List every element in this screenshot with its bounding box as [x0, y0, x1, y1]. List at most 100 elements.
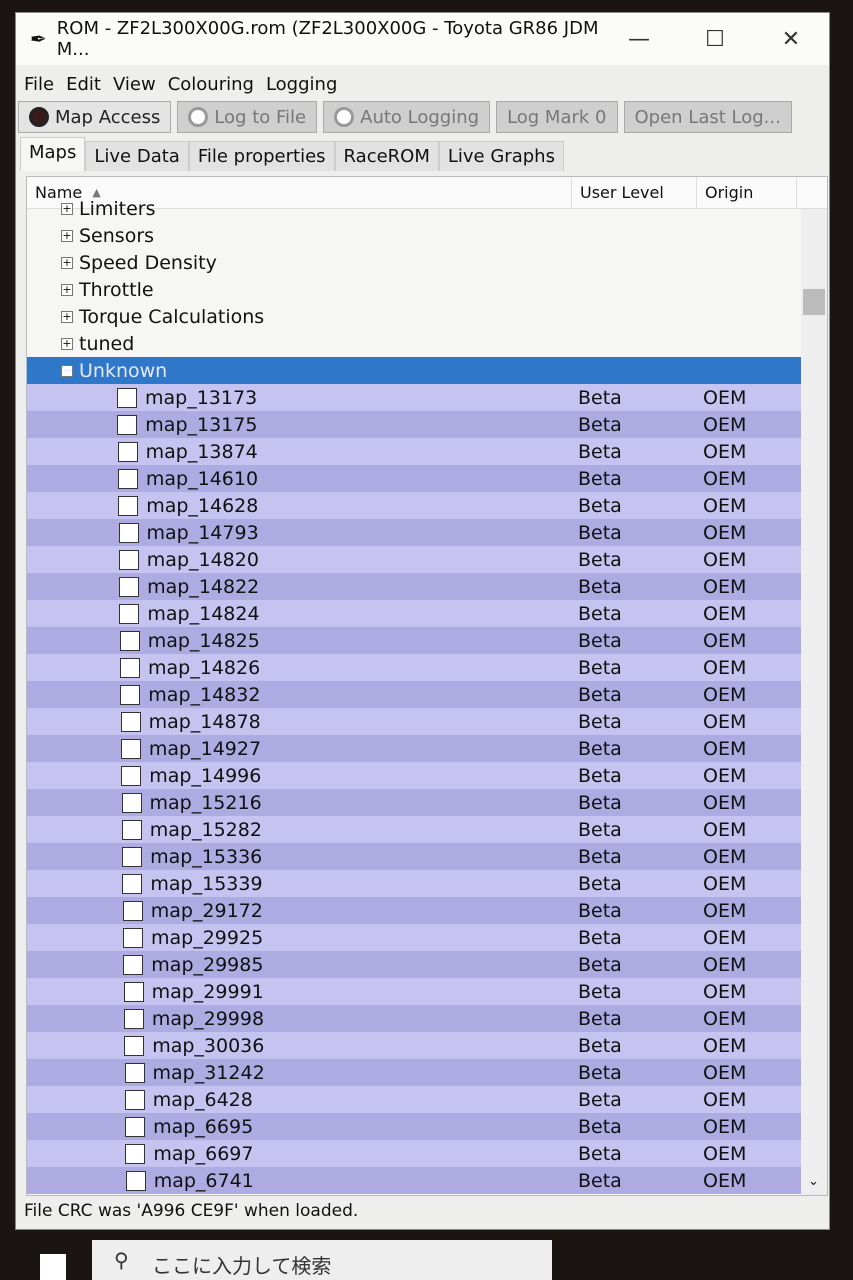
menu-file[interactable]: File [24, 74, 54, 95]
map-checkbox[interactable] [119, 576, 140, 597]
map-checkbox[interactable] [124, 1062, 145, 1083]
expand-icon[interactable]: + [61, 202, 73, 215]
toolbar-button-log-mark-0[interactable]: Log Mark 0 [496, 101, 618, 133]
expand-icon[interactable]: + [61, 229, 73, 242]
map-row[interactable]: map_15216 Beta OEM [27, 789, 801, 816]
map-row[interactable]: map_6697 Beta OEM [27, 1140, 801, 1167]
scrollbar-thumb[interactable] [803, 289, 825, 315]
map-checkbox[interactable] [118, 495, 139, 516]
map-row[interactable]: map_14832 Beta OEM [27, 681, 801, 708]
map-row[interactable]: map_29925 Beta OEM [27, 924, 801, 951]
map-checkbox[interactable] [120, 738, 141, 759]
map-row[interactable]: map_14878 Beta OEM [27, 708, 801, 735]
map-checkbox[interactable] [120, 711, 141, 732]
close-button[interactable]: ✕ [753, 27, 829, 52]
menu-logging[interactable]: Logging [266, 74, 337, 95]
map-row[interactable]: map_14996 Beta OEM [27, 762, 801, 789]
collapse-icon[interactable]: − [61, 364, 73, 377]
toolbar-button-log-to-file[interactable]: Log to File [177, 101, 318, 133]
map-row[interactable]: map_29991 Beta OEM [27, 978, 801, 1005]
map-row[interactable]: map_14610 Beta OEM [27, 465, 801, 492]
tree-group[interactable]: + Throttle [27, 276, 801, 303]
map-row[interactable]: map_15339 Beta OEM [27, 870, 801, 897]
taskbar-search[interactable]: ⚲ ここに入力して検索 [92, 1240, 552, 1280]
map-checkbox[interactable] [118, 522, 139, 543]
map-origin: OEM [703, 926, 747, 949]
map-checkbox[interactable] [122, 846, 143, 867]
map-row[interactable]: map_29985 Beta OEM [27, 951, 801, 978]
tab-file-properties[interactable]: File properties [188, 141, 335, 171]
map-checkbox[interactable] [123, 954, 144, 975]
map-row[interactable]: map_15282 Beta OEM [27, 816, 801, 843]
map-row[interactable]: map_31242 Beta OEM [27, 1059, 801, 1086]
map-checkbox[interactable] [123, 927, 143, 948]
map-row[interactable]: map_14793 Beta OEM [27, 519, 801, 546]
map-row[interactable]: map_6695 Beta OEM [27, 1113, 801, 1140]
tab-live-graphs[interactable]: Live Graphs [438, 141, 564, 171]
tree-group[interactable]: + Limiters [27, 195, 801, 222]
tab-racerom[interactable]: RaceROM [334, 141, 439, 171]
tree-group[interactable]: + Speed Density [27, 249, 801, 276]
map-row[interactable]: map_14628 Beta OEM [27, 492, 801, 519]
map-row[interactable]: map_30036 Beta OEM [27, 1032, 801, 1059]
map-checkbox[interactable] [119, 630, 140, 651]
map-checkbox[interactable] [125, 1170, 146, 1191]
map-row[interactable]: map_6428 Beta OEM [27, 1086, 801, 1113]
toolbar-button-open-last-log-[interactable]: Open Last Log... [623, 101, 792, 133]
expand-icon[interactable]: + [61, 310, 73, 323]
map-checkbox[interactable] [121, 765, 142, 786]
map-checkbox[interactable] [124, 1089, 145, 1110]
map-checkbox[interactable] [117, 441, 138, 462]
menu-edit[interactable]: Edit [66, 74, 101, 95]
scroll-down-icon[interactable]: ⌄ [808, 1174, 819, 1189]
windows-start-icon[interactable] [40, 1254, 66, 1280]
tab-live-data[interactable]: Live Data [85, 141, 189, 171]
map-checkbox[interactable] [121, 792, 142, 813]
expand-icon[interactable]: + [61, 283, 73, 296]
menu-colouring[interactable]: Colouring [168, 74, 254, 95]
map-checkbox[interactable] [122, 873, 143, 894]
tree-group[interactable]: + Torque Calculations [27, 303, 801, 330]
map-row[interactable]: map_14826 Beta OEM [27, 654, 801, 681]
map-checkbox[interactable] [120, 684, 141, 705]
map-row[interactable]: map_14820 Beta OEM [27, 546, 801, 573]
menu-view[interactable]: View [113, 74, 156, 95]
map-checkbox[interactable] [120, 657, 140, 678]
map-row[interactable]: map_15336 Beta OEM [27, 843, 801, 870]
map-checkbox[interactable] [123, 981, 144, 1002]
toolbar-button-label: Log to File [214, 106, 307, 128]
map-checkbox[interactable] [121, 819, 142, 840]
map-row[interactable]: map_14824 Beta OEM [27, 600, 801, 627]
map-row[interactable]: map_14822 Beta OEM [27, 573, 801, 600]
map-row[interactable]: map_13874 Beta OEM [27, 438, 801, 465]
expand-icon[interactable]: + [61, 256, 73, 269]
map-checkbox[interactable] [119, 603, 140, 624]
map-checkbox[interactable] [122, 900, 143, 921]
map-row[interactable]: map_14825 Beta OEM [27, 627, 801, 654]
map-checkbox[interactable] [117, 414, 138, 435]
map-name-cell: map_14878 [27, 711, 572, 733]
map-checkbox[interactable] [125, 1143, 146, 1164]
map-checkbox[interactable] [125, 1116, 146, 1137]
map-checkbox[interactable] [123, 1008, 144, 1029]
tree-group[interactable]: + tuned [27, 330, 801, 357]
toolbar-button-auto-logging[interactable]: Auto Logging [323, 101, 491, 133]
vertical-scrollbar[interactable]: ⌄ [801, 209, 827, 1195]
map-row[interactable]: map_13175 Beta OEM [27, 411, 801, 438]
tree-group[interactable]: + Sensors [27, 222, 801, 249]
expand-icon[interactable]: + [61, 337, 73, 350]
minimize-button[interactable]: — [601, 27, 677, 52]
map-checkbox[interactable] [117, 387, 137, 408]
tab-maps[interactable]: Maps [20, 137, 86, 171]
map-row[interactable]: map_13173 Beta OEM [27, 384, 801, 411]
map-checkbox[interactable] [118, 549, 139, 570]
map-checkbox[interactable] [117, 468, 138, 489]
map-checkbox[interactable] [124, 1035, 145, 1056]
map-row[interactable]: map_14927 Beta OEM [27, 735, 801, 762]
tree-group-selected[interactable]: − Unknown [27, 357, 801, 384]
toolbar-button-map-access[interactable]: Map Access [18, 101, 172, 133]
map-row[interactable]: map_29172 Beta OEM [27, 897, 801, 924]
map-row[interactable]: map_29998 Beta OEM [27, 1005, 801, 1032]
maximize-button[interactable]: ☐ [677, 27, 753, 52]
map-row[interactable]: map_6741 Beta OEM [27, 1167, 801, 1194]
